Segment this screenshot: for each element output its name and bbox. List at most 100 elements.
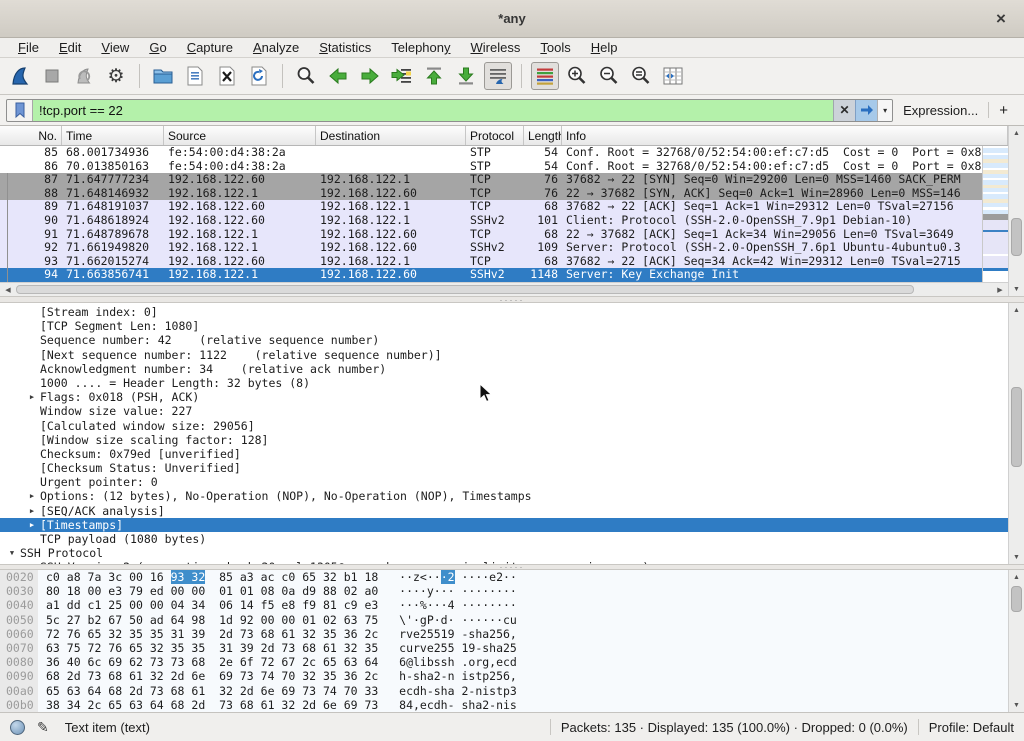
- detail-line[interactable]: ▶[SEQ/ACK analysis]: [0, 504, 1008, 518]
- capture-options-icon[interactable]: ⚙: [102, 62, 130, 90]
- scroll-down-icon[interactable]: ▼: [1009, 550, 1024, 564]
- colorize-packets-icon[interactable]: [531, 62, 559, 90]
- detail-line[interactable]: TCP payload (1080 bytes): [0, 532, 1008, 546]
- filter-dropdown-caret-icon[interactable]: ▾: [877, 100, 892, 121]
- menu-item-help[interactable]: Help: [581, 39, 628, 56]
- bytes-vscrollbar[interactable]: ▲ ▼: [1008, 570, 1024, 712]
- packet-list-hscrollbar[interactable]: ◀ ▶: [0, 282, 1008, 296]
- filter-bookmark-icon[interactable]: [7, 100, 33, 121]
- packet-row-94[interactable]: 9471.663856741192.168.122.1192.168.122.6…: [0, 268, 1008, 282]
- collapsed-arrow-icon[interactable]: ▶: [24, 489, 40, 503]
- hex-row-0030[interactable]: 003080 18 00 e3 79 ed 00 00 01 01 08 0a …: [0, 584, 1008, 598]
- packet-row-88[interactable]: 8871.648146932192.168.122.1192.168.122.6…: [0, 187, 1008, 201]
- scroll-right-icon[interactable]: ▶: [992, 283, 1008, 296]
- zoom-reset-icon[interactable]: [627, 62, 655, 90]
- add-filter-button[interactable]: +: [989, 102, 1018, 119]
- detail-line[interactable]: Urgent pointer: 0: [0, 475, 1008, 489]
- menu-item-go[interactable]: Go: [139, 39, 176, 56]
- go-forward-icon[interactable]: [356, 62, 384, 90]
- go-last-packet-icon[interactable]: [452, 62, 480, 90]
- expert-info-icon[interactable]: [10, 720, 25, 735]
- column-header-destination[interactable]: Destination: [316, 126, 466, 145]
- menu-item-analyze[interactable]: Analyze: [243, 39, 309, 56]
- menu-item-statistics[interactable]: Statistics: [309, 39, 381, 56]
- column-header-protocol[interactable]: Protocol: [466, 126, 524, 145]
- column-header-time[interactable]: Time: [62, 126, 164, 145]
- collapsed-arrow-icon[interactable]: ▶: [24, 504, 40, 518]
- detail-line[interactable]: ▼SSH Protocol: [0, 546, 1008, 560]
- hex-row-0090[interactable]: 009068 2d 73 68 61 32 2d 6e 69 73 74 70 …: [0, 669, 1008, 683]
- packet-row-87[interactable]: 8771.647777234192.168.122.60192.168.122.…: [0, 173, 1008, 187]
- detail-line[interactable]: ▶Flags: 0x018 (PSH, ACK): [0, 390, 1008, 404]
- scroll-down-icon[interactable]: ▼: [1009, 698, 1024, 712]
- menu-item-capture[interactable]: Capture: [177, 39, 243, 56]
- collapsed-arrow-icon[interactable]: ▶: [24, 390, 40, 404]
- detail-line[interactable]: [Next sequence number: 1122 (relative se…: [0, 348, 1008, 362]
- scroll-up-icon[interactable]: ▲: [1009, 570, 1024, 584]
- filter-apply-icon[interactable]: [855, 100, 877, 121]
- column-header-length[interactable]: Length: [524, 126, 562, 145]
- detail-line[interactable]: [Stream index: 0]: [0, 305, 1008, 319]
- menu-item-view[interactable]: View: [91, 39, 139, 56]
- detail-line[interactable]: Acknowledgment number: 34 (relative ack …: [0, 362, 1008, 376]
- go-first-packet-icon[interactable]: [420, 62, 448, 90]
- collapsed-arrow-icon[interactable]: ▶: [24, 518, 40, 532]
- menu-item-tools[interactable]: Tools: [530, 39, 580, 56]
- column-header-no[interactable]: No.: [0, 126, 62, 145]
- detail-line[interactable]: ▶[Timestamps]: [0, 518, 1008, 532]
- hex-row-0020[interactable]: 0020c0 a8 7a 3c 00 16 93 32 85 a3 ac c0 …: [0, 570, 1008, 584]
- find-packet-icon[interactable]: [292, 62, 320, 90]
- packet-list-vscrollbar[interactable]: ▲ ▼: [1008, 126, 1024, 296]
- menu-item-wireless[interactable]: Wireless: [461, 39, 531, 56]
- close-file-icon[interactable]: [213, 62, 241, 90]
- collapsed-arrow-icon[interactable]: ▶: [24, 560, 40, 564]
- go-back-icon[interactable]: [324, 62, 352, 90]
- detail-line[interactable]: [TCP Segment Len: 1080]: [0, 319, 1008, 333]
- auto-scroll-icon[interactable]: [484, 62, 512, 90]
- go-to-packet-icon[interactable]: [388, 62, 416, 90]
- resize-columns-icon[interactable]: [659, 62, 687, 90]
- hex-row-00b0[interactable]: 00b038 34 2c 65 63 64 68 2d 73 68 61 32 …: [0, 698, 1008, 712]
- open-file-icon[interactable]: [149, 62, 177, 90]
- hex-row-0080[interactable]: 008036 40 6c 69 62 73 73 68 2e 6f 72 67 …: [0, 655, 1008, 669]
- zoom-out-icon[interactable]: [595, 62, 623, 90]
- stop-capture-icon[interactable]: [38, 62, 66, 90]
- display-filter-input[interactable]: [33, 100, 833, 121]
- packet-row-85[interactable]: 8568.001734936fe:54:00:d4:38:2aSTP54Conf…: [0, 146, 1008, 160]
- details-vscrollbar[interactable]: ▲ ▼: [1008, 303, 1024, 564]
- hex-row-0060[interactable]: 006072 76 65 32 35 35 31 39 2d 73 68 61 …: [0, 627, 1008, 641]
- detail-line[interactable]: [Calculated window size: 29056]: [0, 419, 1008, 433]
- detail-line[interactable]: 1000 .... = Header Length: 32 bytes (8): [0, 376, 1008, 390]
- expanded-arrow-icon[interactable]: ▼: [4, 546, 20, 560]
- packet-row-90[interactable]: 9071.648618924192.168.122.60192.168.122.…: [0, 214, 1008, 228]
- restart-capture-icon[interactable]: [70, 62, 98, 90]
- zoom-in-icon[interactable]: [563, 62, 591, 90]
- column-header-info[interactable]: Info: [562, 126, 1008, 145]
- packet-row-86[interactable]: 8670.013850163fe:54:00:d4:38:2aSTP54Conf…: [0, 160, 1008, 174]
- expression-button[interactable]: Expression...: [893, 103, 988, 118]
- vscroll-thumb[interactable]: [1011, 387, 1022, 467]
- menu-item-file[interactable]: File: [8, 39, 49, 56]
- scroll-up-icon[interactable]: ▲: [1009, 303, 1024, 317]
- detail-line[interactable]: Sequence number: 42 (relative sequence n…: [0, 333, 1008, 347]
- scroll-up-icon[interactable]: ▲: [1009, 126, 1024, 140]
- detail-line[interactable]: [Checksum Status: Unverified]: [0, 461, 1008, 475]
- start-capture-icon[interactable]: [6, 62, 34, 90]
- detail-line[interactable]: Window size value: 227: [0, 404, 1008, 418]
- column-header-source[interactable]: Source: [164, 126, 316, 145]
- hex-row-0070[interactable]: 007063 75 72 76 65 32 35 35 31 39 2d 73 …: [0, 641, 1008, 655]
- hex-row-0050[interactable]: 00505c 27 b2 67 50 ad 64 98 1d 92 00 00 …: [0, 613, 1008, 627]
- menu-item-edit[interactable]: Edit: [49, 39, 91, 56]
- detail-line[interactable]: [Window size scaling factor: 128]: [0, 433, 1008, 447]
- save-file-icon[interactable]: [181, 62, 209, 90]
- packet-row-93[interactable]: 9371.662015274192.168.122.60192.168.122.…: [0, 255, 1008, 269]
- hex-row-0040[interactable]: 0040a1 dd c1 25 00 00 04 34 06 14 f5 e8 …: [0, 598, 1008, 612]
- close-icon[interactable]: ×: [990, 8, 1012, 30]
- packet-row-91[interactable]: 9171.648789678192.168.122.1192.168.122.6…: [0, 228, 1008, 242]
- intelligent-scrollbar-minimap[interactable]: [982, 146, 1008, 282]
- packet-row-92[interactable]: 9271.661949820192.168.122.1192.168.122.6…: [0, 241, 1008, 255]
- pane-splitter[interactable]: ·····: [0, 296, 1024, 303]
- hscroll-thumb[interactable]: [16, 285, 914, 294]
- vscroll-thumb[interactable]: [1011, 586, 1022, 612]
- capture-comment-icon[interactable]: ✎: [37, 719, 49, 736]
